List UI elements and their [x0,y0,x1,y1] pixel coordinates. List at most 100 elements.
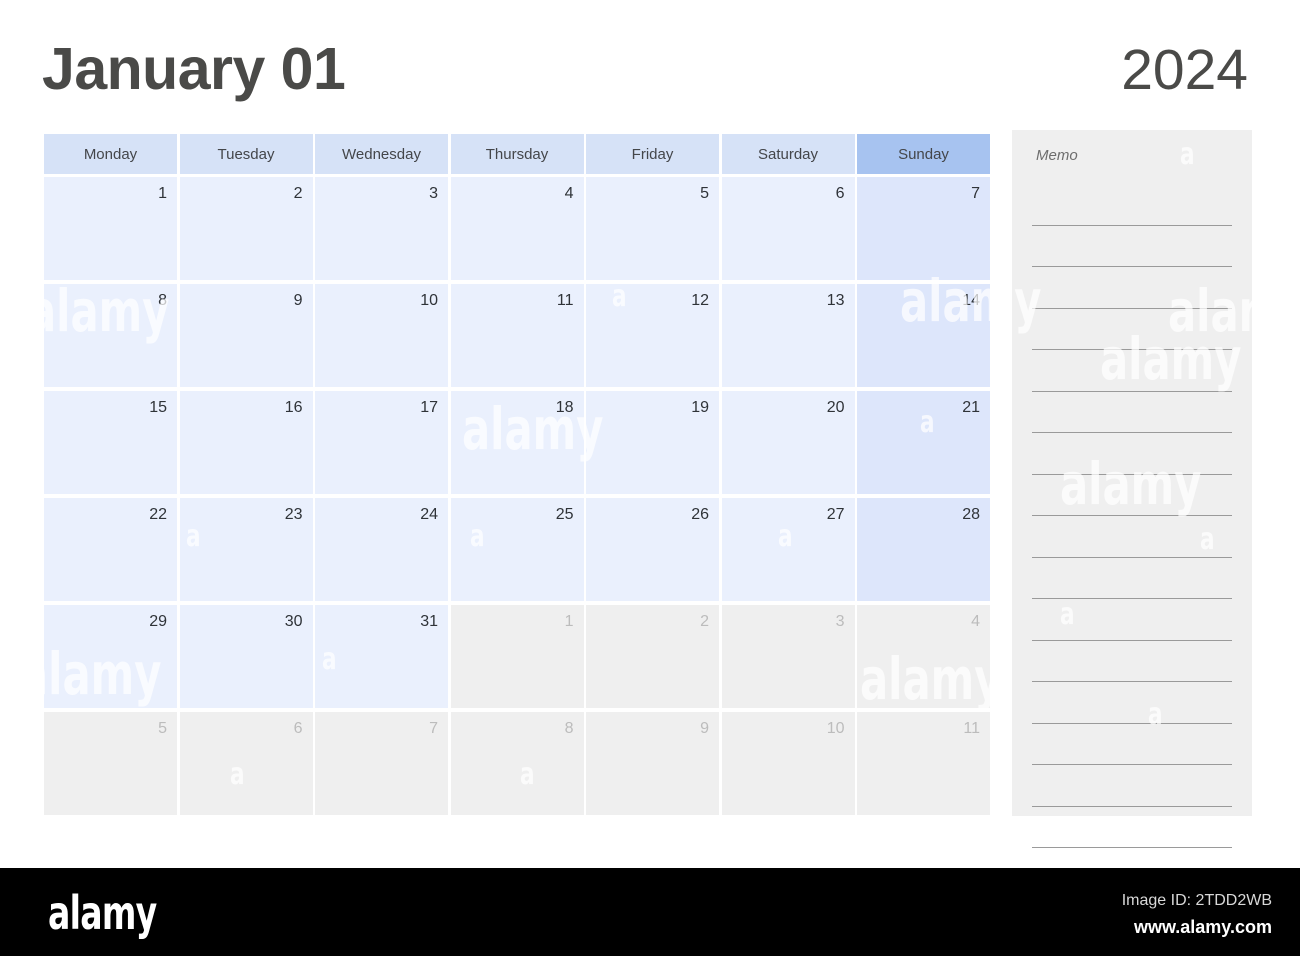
calendar-day-cell[interactable]: 23 [179,498,313,601]
memo-line[interactable] [1032,765,1232,807]
calendar-day-number: 4 [971,613,980,630]
memo-line[interactable] [1032,184,1232,226]
calendar-day-number: 31 [420,613,438,630]
memo-line[interactable] [1032,641,1232,682]
calendar-day-cell[interactable]: 20 [721,391,855,494]
calendar-day-cell-wrap: 2 [586,605,719,708]
weekday-header-tuesday: Tuesday [179,134,313,174]
calendar-day-cell[interactable]: 10 [721,712,855,815]
calendar-weeks: 1 2 3 4 5 6 7 8 9 10 11 12 13 14 15 16 17 18 19 20 21 22 23 24 2… [44,177,992,815]
footer-watermark-bar: alamy Image ID: 2TDD2WB www.alamy.com [0,868,1300,956]
calendar-day-cell[interactable]: 6 [721,177,855,280]
calendar-day-cell[interactable]: 30 [179,605,313,708]
calendar-day-cell[interactable]: 10 [315,284,448,387]
calendar-day-number: 30 [284,613,303,630]
calendar-day-cell[interactable]: 24 [315,498,448,601]
calendar-day-cell[interactable]: 6 [179,712,313,815]
calendar-day-cell[interactable]: 8 [450,712,584,815]
calendar-day-cell[interactable]: 9 [586,712,719,815]
calendar-day-cell[interactable]: 28 [857,498,990,601]
calendar-day-number: 29 [149,613,167,630]
calendar-day-cell-wrap: 11 [450,284,584,387]
calendar-day-cell-wrap: 8 [44,284,177,387]
memo-line[interactable] [1032,392,1232,433]
memo-line[interactable] [1032,433,1232,475]
page-header: January 01 2024 [0,0,1300,128]
weekday-header-thursday: Thursday [450,134,584,174]
calendar-day-cell-wrap: 6 [179,712,313,815]
calendar-day-cell[interactable]: 31 [315,605,448,708]
calendar-day-cell[interactable]: 11 [450,284,584,387]
calendar-day-cell[interactable]: 29 [44,605,177,708]
calendar-day-number: 5 [700,185,709,202]
calendar-day-number: 16 [284,399,303,416]
calendar-day-number: 2 [293,185,303,202]
page-title-year: 2024 [1121,38,1248,102]
calendar-day-cell[interactable]: 9 [179,284,313,387]
calendar-week-row: 1 2 3 4 5 6 7 [44,177,992,280]
calendar-day-cell[interactable]: 2 [586,605,719,708]
memo-line[interactable] [1032,807,1232,848]
weekday-label: Tuesday [179,134,313,174]
calendar-day-cell[interactable]: 7 [315,712,448,815]
calendar-day-cell[interactable]: 11 [857,712,990,815]
memo-title: Memo [1036,147,1078,164]
calendar-day-cell[interactable]: 26 [586,498,719,601]
calendar-day-cell[interactable]: 5 [44,712,177,815]
calendar-day-cell[interactable]: 1 [44,177,177,280]
memo-panel[interactable]: Memo [1012,130,1252,848]
calendar-day-cell[interactable]: 17 [315,391,448,494]
calendar-day-cell[interactable]: 8 [44,284,177,387]
calendar-day-cell[interactable]: 5 [586,177,719,280]
calendar-day-number: 19 [691,399,709,416]
memo-line[interactable] [1032,475,1232,516]
calendar-day-number: 25 [555,506,574,523]
calendar-day-cell-wrap: 3 [721,605,855,708]
memo-line[interactable] [1032,724,1232,765]
calendar-day-cell[interactable]: 15 [44,391,177,494]
calendar-day-cell[interactable]: 19 [586,391,719,494]
calendar-day-number: 5 [158,720,167,737]
calendar-day-cell-wrap: 21 [857,391,990,494]
calendar-day-cell[interactable]: 7 [857,177,990,280]
memo-line[interactable] [1032,350,1232,392]
calendar-day-cell[interactable]: 18 [450,391,584,494]
calendar-day-cell[interactable]: 21 [857,391,990,494]
calendar-day-number: 11 [556,292,574,309]
calendar-day-cell-wrap: 2 [179,177,313,280]
calendar-day-cell[interactable]: 2 [179,177,313,280]
calendar-day-cell[interactable]: 22 [44,498,177,601]
memo-lines[interactable] [1032,184,1232,848]
calendar-day-cell[interactable]: 4 [450,177,584,280]
memo-line[interactable] [1032,682,1232,724]
calendar-week-row: 15 16 17 18 19 20 21 [44,391,992,494]
calendar-day-number: 7 [971,185,980,202]
calendar-day-cell-wrap: 22 [44,498,177,601]
calendar-day-cell[interactable]: 3 [721,605,855,708]
calendar-day-cell[interactable]: 16 [179,391,313,494]
memo-line[interactable] [1032,267,1232,309]
memo-line[interactable] [1032,558,1232,599]
calendar-day-cell-wrap: 4 [450,177,584,280]
calendar-day-cell[interactable]: 27 [721,498,855,601]
calendar-day-cell-wrap: 6 [721,177,855,280]
memo-line[interactable] [1032,599,1232,641]
memo-line[interactable] [1032,516,1232,558]
calendar-day-number: 1 [158,185,167,202]
memo-line[interactable] [1032,226,1232,267]
calendar-day-number: 6 [835,185,845,202]
memo-line[interactable] [1032,309,1232,350]
calendar-day-cell[interactable]: 14 [857,284,990,387]
calendar-day-cell[interactable]: 3 [315,177,448,280]
calendar-day-number: 3 [429,185,438,202]
calendar-day-number: 10 [420,292,438,309]
calendar-day-cell[interactable]: 25 [450,498,584,601]
weekday-label: Wednesday [315,134,448,174]
calendar-day-cell-wrap: 14 [857,284,990,387]
calendar-day-cell[interactable]: 1 [450,605,584,708]
calendar-day-cell[interactable]: 4 [857,605,990,708]
calendar-day-cell[interactable]: 13 [721,284,855,387]
calendar-day-cell[interactable]: 12 [586,284,719,387]
calendar-day-cell-wrap: 23 [179,498,313,601]
calendar-day-cell-wrap: 20 [721,391,855,494]
